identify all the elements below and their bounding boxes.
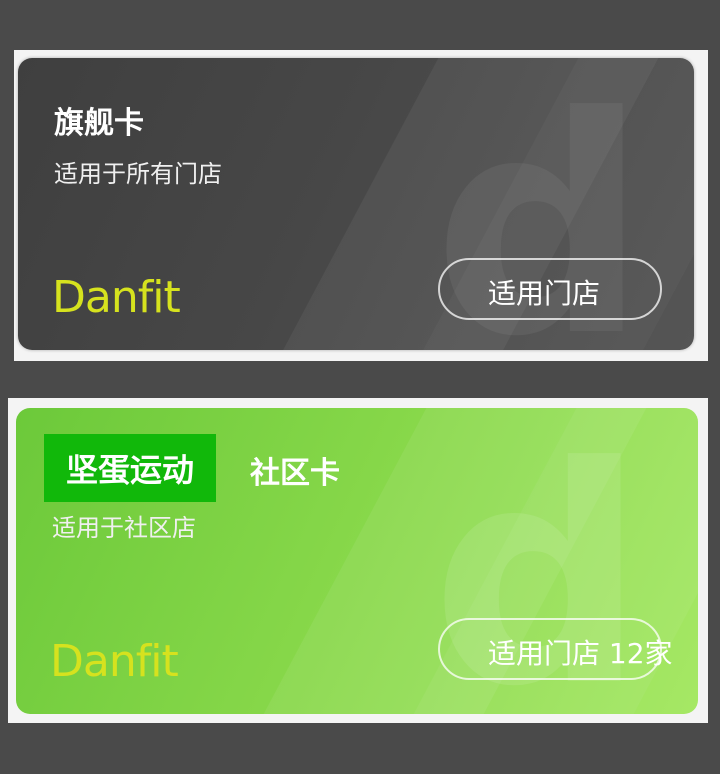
applicable-stores-button[interactable]: 适用门店 (438, 258, 662, 320)
card-subtitle: 适用于社区店 (52, 514, 196, 542)
card-subtitle: 适用于所有门店 (54, 160, 222, 188)
flagship-card-frame: d 旗舰卡 适用于所有门店 Danfit 适用门店 (14, 50, 708, 361)
card-title: 旗舰卡 (54, 106, 144, 141)
flagship-card[interactable]: d 旗舰卡 适用于所有门店 Danfit 适用门店 (18, 58, 694, 350)
card-title: 社区卡 (250, 456, 340, 491)
brand-logo: Danfit (50, 636, 179, 687)
brand-logo: Danfit (52, 272, 181, 323)
applicable-stores-label: 适用门店 (488, 277, 601, 310)
applicable-stores-button[interactable]: 适用门店 12家 (438, 618, 673, 680)
community-card-frame: d 坚蛋运动 社区卡 适用于社区店 Danfit 适用门店 12家 (8, 398, 708, 723)
community-card[interactable]: d 坚蛋运动 社区卡 适用于社区店 Danfit 适用门店 12家 (16, 408, 698, 714)
brand-tag: 坚蛋运动 (44, 434, 216, 502)
applicable-stores-label: 适用门店 12家 (488, 637, 673, 670)
